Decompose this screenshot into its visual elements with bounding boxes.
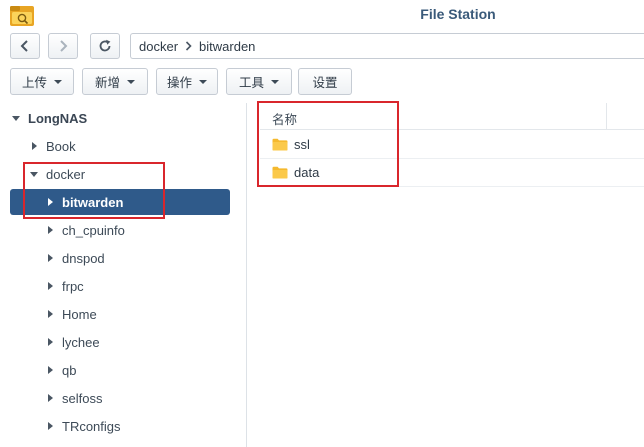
tree-item-label: lychee bbox=[62, 334, 100, 350]
tree-item-home[interactable]: Home bbox=[10, 301, 230, 327]
tree-item-frpc[interactable]: frpc bbox=[10, 273, 230, 299]
tree-item-label: Book bbox=[46, 138, 76, 154]
tools-button[interactable]: 工具 bbox=[226, 68, 292, 95]
refresh-icon bbox=[99, 39, 111, 52]
caret-right-icon bbox=[48, 282, 53, 290]
caret-down-icon bbox=[54, 79, 62, 84]
caret-right-icon bbox=[48, 422, 53, 430]
caret-right-icon bbox=[48, 310, 53, 318]
caret-right-icon bbox=[48, 226, 53, 234]
tree-item-label: dnspod bbox=[62, 250, 105, 266]
caret-right-icon bbox=[48, 366, 53, 374]
caret-down-icon bbox=[271, 79, 279, 84]
settings-label: 设置 bbox=[312, 75, 338, 90]
tree-item-trconfigs[interactable]: TRconfigs bbox=[10, 413, 230, 439]
breadcrumb-bitwarden[interactable]: bitwarden bbox=[199, 39, 255, 54]
chevron-right-icon bbox=[185, 41, 192, 51]
folder-tree: LongNAS Book docker bitwarden ch_cpuinfo… bbox=[0, 103, 244, 447]
caret-right-icon bbox=[48, 394, 53, 402]
title-bar: File Station bbox=[0, 0, 644, 30]
tree-item-label: frpc bbox=[62, 278, 84, 294]
new-button[interactable]: 新增 bbox=[82, 68, 148, 95]
caret-right-icon bbox=[32, 142, 37, 150]
chevron-right-icon bbox=[60, 40, 68, 52]
tree-item-lychee[interactable]: lychee bbox=[10, 329, 230, 355]
column-resize-handle[interactable] bbox=[606, 103, 607, 130]
caret-down-icon bbox=[127, 79, 135, 84]
action-label: 操作 bbox=[166, 75, 192, 90]
tree-item-label: Home bbox=[62, 306, 97, 322]
tree-item-label: ch_cpuinfo bbox=[62, 222, 125, 238]
path-bar[interactable]: docker bitwarden bbox=[130, 33, 644, 59]
tree-item-ch-cpuinfo[interactable]: ch_cpuinfo bbox=[10, 217, 230, 243]
new-label: 新增 bbox=[94, 75, 120, 90]
back-button[interactable] bbox=[10, 33, 40, 59]
tree-item-selfoss[interactable]: selfoss bbox=[10, 385, 230, 411]
action-button[interactable]: 操作 bbox=[156, 68, 218, 95]
tree-item-label: qb bbox=[62, 362, 77, 378]
tree-item-qb[interactable]: qb bbox=[10, 357, 230, 383]
tree-item-dnspod[interactable]: dnspod bbox=[10, 245, 230, 271]
pane-divider[interactable] bbox=[246, 103, 247, 447]
forward-button[interactable] bbox=[48, 33, 78, 59]
caret-right-icon bbox=[48, 254, 53, 262]
tree-item-book[interactable]: Book bbox=[10, 133, 230, 159]
refresh-button[interactable] bbox=[90, 33, 120, 59]
upload-label: 上传 bbox=[21, 75, 47, 90]
toolbar: 上传 新增 操作 工具 设置 bbox=[0, 66, 644, 98]
upload-button[interactable]: 上传 bbox=[10, 68, 74, 95]
tools-label: 工具 bbox=[238, 75, 264, 90]
annotation-box-tree bbox=[23, 162, 165, 219]
caret-right-icon bbox=[48, 338, 53, 346]
tree-root-longnas[interactable]: LongNAS bbox=[12, 105, 232, 131]
tree-item-label: selfoss bbox=[62, 390, 103, 406]
navigation-bar: docker bitwarden bbox=[0, 30, 644, 64]
annotation-box-list bbox=[257, 101, 399, 187]
window-title: File Station bbox=[420, 6, 496, 22]
chevron-left-icon bbox=[20, 40, 28, 52]
caret-down-icon bbox=[199, 79, 207, 84]
tree-item-label: TRconfigs bbox=[62, 418, 121, 434]
settings-button[interactable]: 设置 bbox=[298, 68, 352, 95]
breadcrumb-docker[interactable]: docker bbox=[139, 39, 178, 54]
caret-down-icon bbox=[12, 115, 20, 121]
tree-root-label: LongNAS bbox=[28, 110, 88, 126]
